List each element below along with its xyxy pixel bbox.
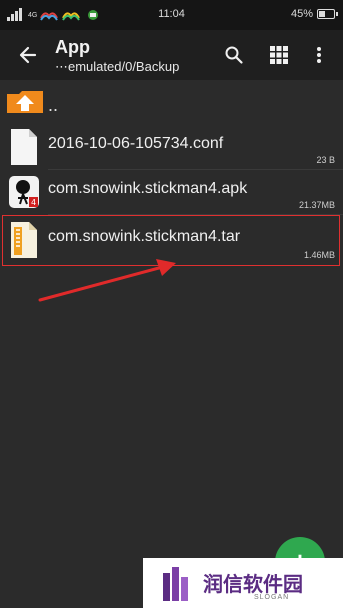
file-name: 2016-10-06-105734.conf bbox=[48, 135, 224, 152]
page-title: App bbox=[55, 37, 90, 57]
search-button[interactable] bbox=[220, 41, 248, 69]
app-icon: 4 bbox=[9, 176, 39, 208]
battery-icon bbox=[317, 9, 335, 19]
back-button[interactable] bbox=[14, 41, 42, 69]
parent-directory-row[interactable]: .. bbox=[0, 87, 343, 117]
watermark-text: 润信软件园 bbox=[203, 574, 303, 596]
parent-directory-label: .. bbox=[48, 95, 59, 115]
brand-logo-icon bbox=[163, 567, 188, 601]
file-row-apk[interactable]: 4 com.snowink.stickman4.apk 21.37MB bbox=[0, 170, 343, 215]
grid-view-icon bbox=[270, 46, 288, 64]
battery-tip bbox=[336, 12, 338, 16]
back-arrow-icon bbox=[19, 46, 37, 64]
battery-percentage: 45% bbox=[290, 8, 313, 20]
file-row-tar[interactable]: com.snowink.stickman4.tar 1.46MB bbox=[0, 215, 343, 266]
more-options-button[interactable] bbox=[305, 41, 333, 69]
breadcrumb-path[interactable]: ⋯emulated/0/Backup bbox=[55, 59, 209, 75]
search-icon bbox=[225, 46, 243, 64]
file-row-conf[interactable]: 2016-10-06-105734.conf 23 B bbox=[0, 125, 343, 170]
file-size: 23 B bbox=[316, 155, 335, 165]
archive-icon bbox=[11, 222, 37, 258]
app-toolbar: App ⋯emulated/0/Backup bbox=[0, 30, 343, 80]
file-size: 21.37MB bbox=[298, 200, 335, 210]
document-icon bbox=[11, 129, 37, 165]
folder-up-icon bbox=[7, 91, 43, 113]
more-vert-icon bbox=[317, 47, 321, 63]
file-name: com.snowink.stickman4.tar bbox=[48, 228, 241, 245]
watermark: 润信软件园 SLOGAN bbox=[143, 558, 343, 608]
file-size: 1.46MB bbox=[303, 250, 335, 260]
status-bar: 4G 11:04 45% bbox=[0, 0, 343, 30]
battery-level bbox=[319, 11, 326, 17]
svg-text:4: 4 bbox=[31, 198, 36, 207]
file-name: com.snowink.stickman4.apk bbox=[48, 180, 248, 197]
grid-view-button[interactable] bbox=[265, 41, 293, 69]
watermark-slogan: SLOGAN bbox=[254, 594, 290, 601]
